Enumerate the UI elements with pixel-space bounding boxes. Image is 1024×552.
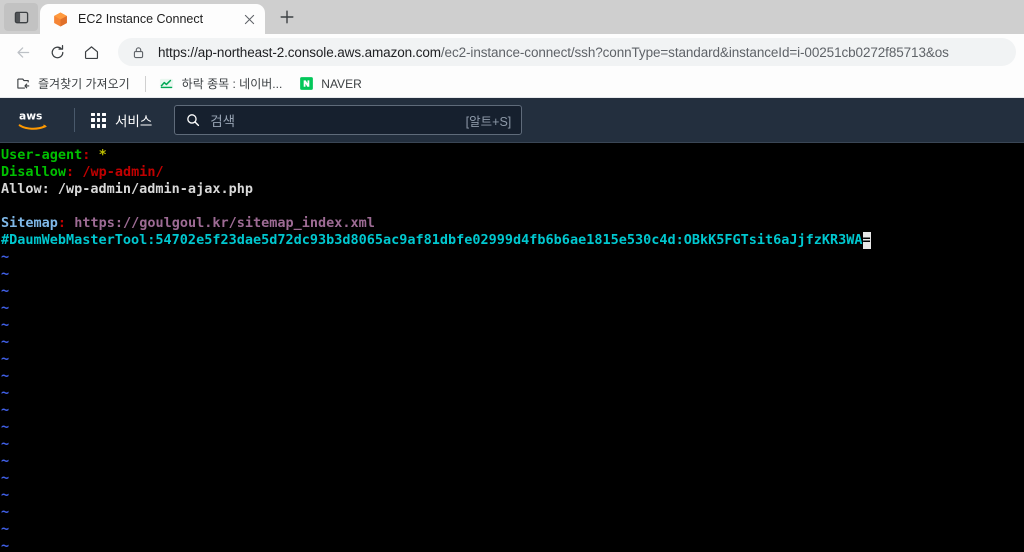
lock-icon[interactable] [130, 44, 146, 60]
vim-empty-line-marker: ~ [1, 317, 10, 333]
vim-empty-line-marker: ~ [1, 266, 10, 282]
tab-search-icon[interactable] [4, 3, 38, 31]
svg-text:aws: aws [19, 109, 42, 122]
vim-empty-line-marker: ~ [1, 470, 10, 486]
back-arrow-icon[interactable] [8, 37, 38, 67]
terminal-text: User-agent [1, 147, 83, 163]
search-shortcut-hint: [알트+S] [465, 114, 512, 129]
terminal-text: https://goulgoul.kr/sitemap_index.xml [74, 215, 375, 231]
ec2-instance-connect-terminal[interactable]: User-agent: * Disallow: /wp-admin/Allow: … [0, 143, 1024, 552]
search-input[interactable]: 검색 [알트+S] [174, 105, 523, 135]
vim-empty-line-marker: ~ [1, 368, 10, 384]
terminal-text: /wp-admin/ [82, 164, 164, 180]
bookmark-item-naver[interactable]: NAVER [291, 73, 368, 95]
address-bar[interactable]: https://ap-northeast-2.console.aws.amazo… [118, 38, 1016, 66]
vim-empty-line-marker: ~ [1, 419, 10, 435]
new-tab-button[interactable] [273, 3, 301, 31]
aws-logo[interactable]: aws [16, 106, 58, 134]
search-placeholder: 검색 [210, 114, 236, 129]
aws-console-header: aws 서비스 검색 [알트+S] [0, 98, 1024, 143]
vim-empty-line-marker: ~ [1, 402, 10, 418]
close-icon[interactable] [239, 9, 259, 29]
services-menu-button[interactable]: 서비스 [81, 104, 162, 136]
vim-empty-line-marker: ~ [1, 385, 10, 401]
home-icon[interactable] [76, 37, 106, 67]
line-allow: Allow: /wp-admin/admin-ajax.php [0, 181, 1024, 198]
terminal-text: : [57, 215, 67, 231]
line-daum-token: #DaumWebMasterTool:54702e5f23dae5d72dc93… [0, 232, 1024, 249]
search-icon [185, 113, 200, 128]
browser-window: EC2 Instance Connect https://ap-northeas… [0, 0, 1024, 552]
naver-n-icon [298, 76, 314, 92]
line-user-agent: User-agent: * [0, 147, 1024, 164]
aws-ec2-cube-icon [52, 11, 69, 28]
terminal-text: Sitemap [1, 215, 58, 231]
url-host: https://ap-northeast-2.console.aws.amazo… [158, 44, 441, 60]
address-bar-url: https://ap-northeast-2.console.aws.amazo… [158, 45, 949, 60]
browser-tab[interactable]: EC2 Instance Connect [40, 4, 265, 34]
vim-empty-line-marker: ~ [1, 283, 10, 299]
line-blank [0, 198, 1024, 215]
line-disallow: Disallow: /wp-admin/ [0, 164, 1024, 181]
grid-menu-icon [91, 112, 106, 128]
chart-icon [159, 76, 175, 92]
vim-empty-line-marker: ~ [1, 504, 10, 520]
terminal-text: Allow: /wp-admin/admin-ajax.php [1, 181, 253, 197]
vim-empty-line-marker: ~ [1, 300, 10, 316]
terminal-text: : [66, 164, 75, 180]
terminal-cursor: = [862, 232, 871, 249]
vim-empty-line-marker: ~ [1, 538, 10, 552]
terminal-text: #DaumWebMasterTool:54702e5f23dae5d72dc93… [1, 232, 863, 248]
bookmark-import-label: 즐겨찾기 가져오기 [38, 77, 130, 91]
tab-strip: EC2 Instance Connect [0, 0, 1024, 34]
reload-icon[interactable] [42, 37, 72, 67]
line-sitemap: Sitemap: https://goulgoul.kr/sitemap_ind… [0, 215, 1024, 232]
bookmark-label: NAVER [321, 76, 362, 91]
services-menu-label: 서비스 [115, 114, 153, 129]
vim-empty-line-marker: ~ [1, 249, 10, 265]
navigation-toolbar: https://ap-northeast-2.console.aws.amazo… [0, 34, 1024, 70]
bookmark-import[interactable]: 즐겨찾기 가져오기 [8, 73, 137, 95]
url-path: /ec2-instance-connect/ssh?connType=stand… [440, 44, 949, 60]
vim-empty-line-marker: ~ [1, 453, 10, 469]
vim-empty-line-marker: ~ [1, 351, 10, 367]
bookmark-label: 하락 종목 : 네이버... [181, 77, 283, 91]
terminal-text: Disallow [1, 164, 67, 180]
bookmarks-bar: 즐겨찾기 가져오기 하락 종목 : 네이버... NAVER [0, 70, 1024, 98]
terminal-text: * [98, 147, 107, 163]
vim-empty-line-marker: ~ [1, 436, 10, 452]
bookmark-item-naver-stocks[interactable]: 하락 종목 : 네이버... [152, 73, 290, 95]
import-bookmarks-icon [15, 76, 31, 92]
vim-empty-line-marker: ~ [1, 334, 10, 350]
vim-empty-line-marker: ~ [1, 521, 10, 537]
vim-empty-line-marker: ~ [1, 487, 10, 503]
header-divider [74, 108, 75, 132]
tab-title: EC2 Instance Connect [78, 12, 204, 26]
bookmarks-divider [144, 75, 146, 92]
